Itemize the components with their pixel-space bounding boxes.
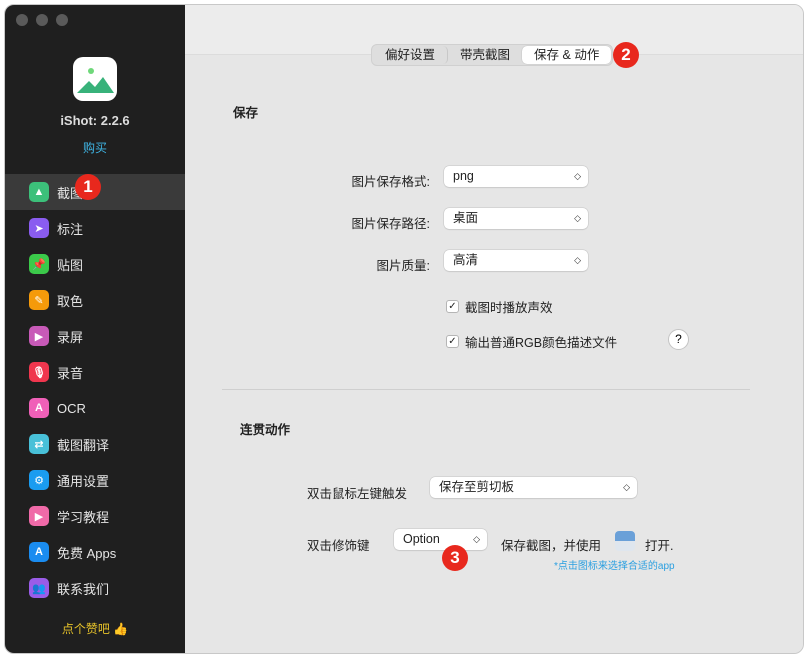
pin-icon: 📌 bbox=[29, 254, 49, 274]
sidebar-item-label: OCR bbox=[57, 400, 86, 416]
sidebar-item-label: 截图翻译 bbox=[57, 437, 110, 453]
buy-link[interactable]: 购买 bbox=[5, 139, 185, 156]
chevron-updown-icon: ◇ bbox=[623, 482, 630, 492]
tab-bar: 偏好设置 带壳截图 保存 & 动作 bbox=[371, 44, 614, 66]
contacts-icon: 👥 bbox=[29, 578, 49, 598]
dblclick-label: 双击鼠标左键触发 bbox=[307, 487, 408, 501]
quality-value: 高清 bbox=[453, 253, 479, 267]
sidebar-item[interactable]: 🎙 录音 bbox=[5, 354, 185, 390]
modifier-label: 双击修饰键 bbox=[307, 539, 370, 553]
actions-section-title: 连贯动作 bbox=[240, 423, 291, 437]
step-badge-1: 1 bbox=[75, 174, 101, 200]
sidebar-item[interactable]: ➤ 标注 bbox=[5, 210, 185, 246]
sidebar-item[interactable]: ⚙ 通用设置 bbox=[5, 462, 185, 498]
sound-checkbox[interactable]: ✓ 截图时播放声效 bbox=[446, 297, 553, 316]
app-hint: *点击图标来选择合适的app bbox=[554, 561, 675, 572]
app-chooser-icon[interactable] bbox=[615, 531, 635, 551]
chevron-updown-icon: ◇ bbox=[473, 534, 480, 544]
path-label: 图片保存路径: bbox=[351, 217, 430, 231]
sidebar-item-label: 通用设置 bbox=[57, 473, 110, 489]
checkmark-icon: ✓ bbox=[446, 335, 459, 348]
step-badge-3: 3 bbox=[442, 545, 468, 571]
minimize-button[interactable] bbox=[36, 14, 48, 26]
sidebar-item[interactable]: ✎ 取色 bbox=[5, 282, 185, 318]
tab-save-actions[interactable]: 保存 & 动作 bbox=[522, 46, 612, 64]
translate-icon: ⇄ bbox=[29, 434, 49, 454]
save-with-text: 保存截图，并使用 bbox=[501, 539, 602, 553]
microphone-icon: 🎙 bbox=[29, 362, 49, 382]
like-link[interactable]: 点个赞吧 👍 bbox=[5, 620, 185, 637]
cursor-icon: ➤ bbox=[29, 218, 49, 238]
sidebar-item[interactable]: A OCR bbox=[5, 390, 185, 426]
save-section-title: 保存 bbox=[233, 106, 259, 120]
main-panel: 偏好设置 带壳截图 保存 & 动作 2 保存 图片保存格式: png ◇ 图片保存… bbox=[185, 5, 803, 653]
sidebar-item-label: 贴图 bbox=[57, 257, 84, 273]
zoom-button[interactable] bbox=[56, 14, 68, 26]
path-select[interactable]: 桌面 ◇ bbox=[444, 208, 588, 229]
close-button[interactable] bbox=[16, 14, 28, 26]
chevron-updown-icon: ◇ bbox=[574, 255, 581, 265]
ocr-icon: A bbox=[29, 398, 49, 418]
dblclick-select[interactable]: 保存至剪切板 ◇ bbox=[430, 477, 637, 498]
sidebar-item-label: 免费 Apps bbox=[57, 545, 117, 561]
screen-record-icon: ▶ bbox=[29, 326, 49, 346]
sidebar-item-label: 录音 bbox=[57, 365, 84, 381]
app-store-icon: A bbox=[29, 542, 49, 562]
modifier-value: Option bbox=[403, 532, 440, 546]
rgb-checkbox[interactable]: ✓ 输出普通RGB颜色描述文件 bbox=[446, 332, 617, 351]
sidebar-item-label: 标注 bbox=[57, 221, 84, 237]
sidebar-item-label: 学习教程 bbox=[57, 509, 110, 525]
format-select[interactable]: png ◇ bbox=[444, 166, 588, 187]
sidebar-item-label: 取色 bbox=[57, 293, 84, 309]
sidebar-item-label: 联系我们 bbox=[57, 581, 110, 597]
tab-preferences[interactable]: 偏好设置 bbox=[373, 46, 449, 64]
format-value: png bbox=[453, 169, 474, 183]
window-controls bbox=[16, 14, 68, 26]
sidebar-nav: ▲ 截图 ➤ 标注 📌 贴图 ✎ 取色 ▶ 录屏 🎙 录音 A OCR ⇄ 截图翻译 ⚙ 通用设置 ▶ 学习教程 A 免费… bbox=[5, 174, 185, 606]
dblclick-value: 保存至剪切板 bbox=[439, 480, 515, 494]
quality-select[interactable]: 高清 ◇ bbox=[444, 250, 588, 271]
sidebar-item[interactable]: 📌 贴图 bbox=[5, 246, 185, 282]
screenshot-icon: ▲ bbox=[29, 182, 49, 202]
sidebar-item[interactable]: ▶ 学习教程 bbox=[5, 498, 185, 534]
chevron-updown-icon: ◇ bbox=[574, 171, 581, 181]
sound-label: 截图时播放声效 bbox=[465, 301, 553, 315]
open-text: 打开. bbox=[645, 539, 674, 553]
app-window: iShot: 2.2.6 购买 ▲ 截图 ➤ 标注 📌 贴图 ✎ 取色 ▶ 录屏 🎙 录音 A OCR ⇄ 截… bbox=[4, 4, 804, 654]
chevron-updown-icon: ◇ bbox=[574, 213, 581, 223]
checkmark-icon: ✓ bbox=[446, 300, 459, 313]
modifier-select[interactable]: Option ◇ bbox=[394, 529, 487, 550]
sidebar-item[interactable]: 👥 联系我们 bbox=[5, 570, 185, 606]
rgb-label: 输出普通RGB颜色描述文件 bbox=[465, 336, 618, 350]
gear-icon: ⚙ bbox=[29, 470, 49, 490]
sidebar-item[interactable]: A 免费 Apps bbox=[5, 534, 185, 570]
quality-label: 图片质量: bbox=[376, 259, 430, 273]
video-icon: ▶ bbox=[29, 506, 49, 526]
tab-shell-screenshot[interactable]: 带壳截图 bbox=[448, 46, 522, 64]
sidebar: iShot: 2.2.6 购买 ▲ 截图 ➤ 标注 📌 贴图 ✎ 取色 ▶ 录屏 🎙 录音 A OCR ⇄ 截… bbox=[5, 5, 185, 653]
eyedropper-icon: ✎ bbox=[29, 290, 49, 310]
format-label: 图片保存格式: bbox=[351, 175, 430, 189]
step-badge-2: 2 bbox=[613, 42, 639, 68]
app-version: iShot: 2.2.6 bbox=[60, 113, 130, 128]
sidebar-item-label: 录屏 bbox=[57, 329, 84, 345]
path-value: 桌面 bbox=[453, 211, 479, 225]
section-divider bbox=[222, 389, 750, 390]
app-logo bbox=[73, 57, 117, 101]
sidebar-item[interactable]: ▶ 录屏 bbox=[5, 318, 185, 354]
help-button[interactable]: ? bbox=[668, 329, 689, 350]
sidebar-item[interactable]: ⇄ 截图翻译 bbox=[5, 426, 185, 462]
